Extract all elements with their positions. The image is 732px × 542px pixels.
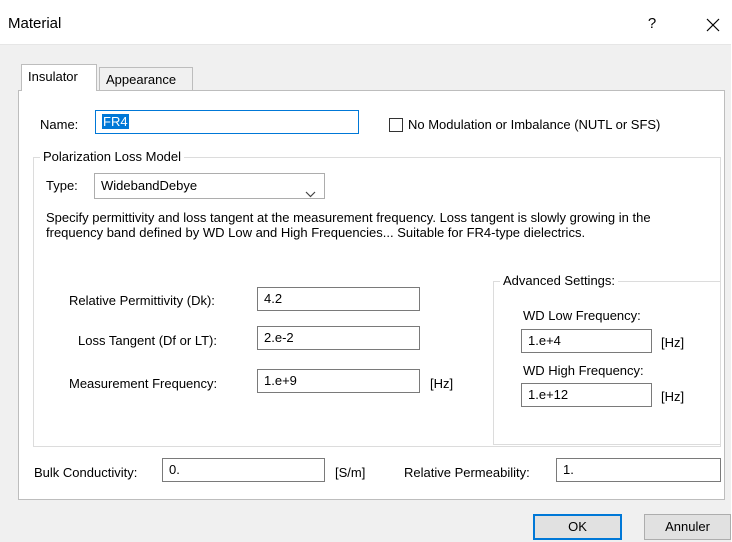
wd-low-frequency-unit: [Hz] (661, 335, 685, 350)
type-select[interactable]: WidebandDebye (94, 173, 325, 199)
help-button[interactable]: ? (640, 12, 664, 36)
type-label: Type: (46, 178, 78, 193)
loss-tangent-input[interactable]: 2.e-2 (257, 326, 420, 350)
material-dialog: Material ? Insulator Appearance Name: FR… (0, 0, 731, 542)
name-label: Name: (40, 117, 79, 132)
relative-permeability-label: Relative Permeability: (404, 465, 530, 480)
chevron-down-icon (305, 182, 316, 206)
type-value: WidebandDebye (101, 178, 198, 193)
bulk-conductivity-unit: [S/m] (335, 465, 366, 480)
measurement-frequency-input[interactable]: 1.e+9 (257, 369, 420, 393)
title-bar: Material ? (0, 0, 731, 45)
loss-tangent-label: Loss Tangent (Df or LT): (78, 333, 217, 348)
polarization-legend: Polarization Loss Model (40, 149, 185, 164)
close-icon[interactable] (700, 12, 726, 38)
relative-permittivity-input[interactable]: 4.2 (257, 287, 420, 311)
measurement-frequency-unit: [Hz] (430, 376, 454, 391)
tab-appearance[interactable]: Appearance (99, 67, 193, 91)
no-modulation-label[interactable]: No Modulation or Imbalance (NUTL or SFS) (408, 117, 660, 132)
relative-permeability-input[interactable]: 1. (556, 458, 721, 482)
name-value: FR4 (102, 114, 129, 129)
wd-low-frequency-input[interactable]: 1.e+4 (521, 329, 652, 353)
no-modulation-checkbox[interactable] (389, 118, 403, 132)
polarization-description: Specify permittivity and loss tangent at… (46, 210, 651, 240)
wd-high-frequency-label: WD High Frequency: (523, 363, 644, 378)
cancel-button[interactable]: Annuler (644, 514, 731, 540)
bulk-conductivity-input[interactable]: 0. (162, 458, 325, 482)
name-input[interactable]: FR4 (95, 110, 359, 134)
ok-button[interactable]: OK (533, 514, 622, 540)
window-title: Material (8, 15, 62, 32)
advanced-settings-legend: Advanced Settings: (500, 273, 619, 288)
relative-permittivity-label: Relative Permittivity (Dk): (69, 293, 215, 308)
wd-low-frequency-label: WD Low Frequency: (523, 308, 641, 323)
bulk-conductivity-label: Bulk Conductivity: (34, 465, 138, 480)
measurement-frequency-label: Measurement Frequency: (69, 376, 218, 391)
wd-high-frequency-input[interactable]: 1.e+12 (521, 383, 652, 407)
wd-high-frequency-unit: [Hz] (661, 389, 685, 404)
tab-insulator[interactable]: Insulator (21, 64, 97, 91)
